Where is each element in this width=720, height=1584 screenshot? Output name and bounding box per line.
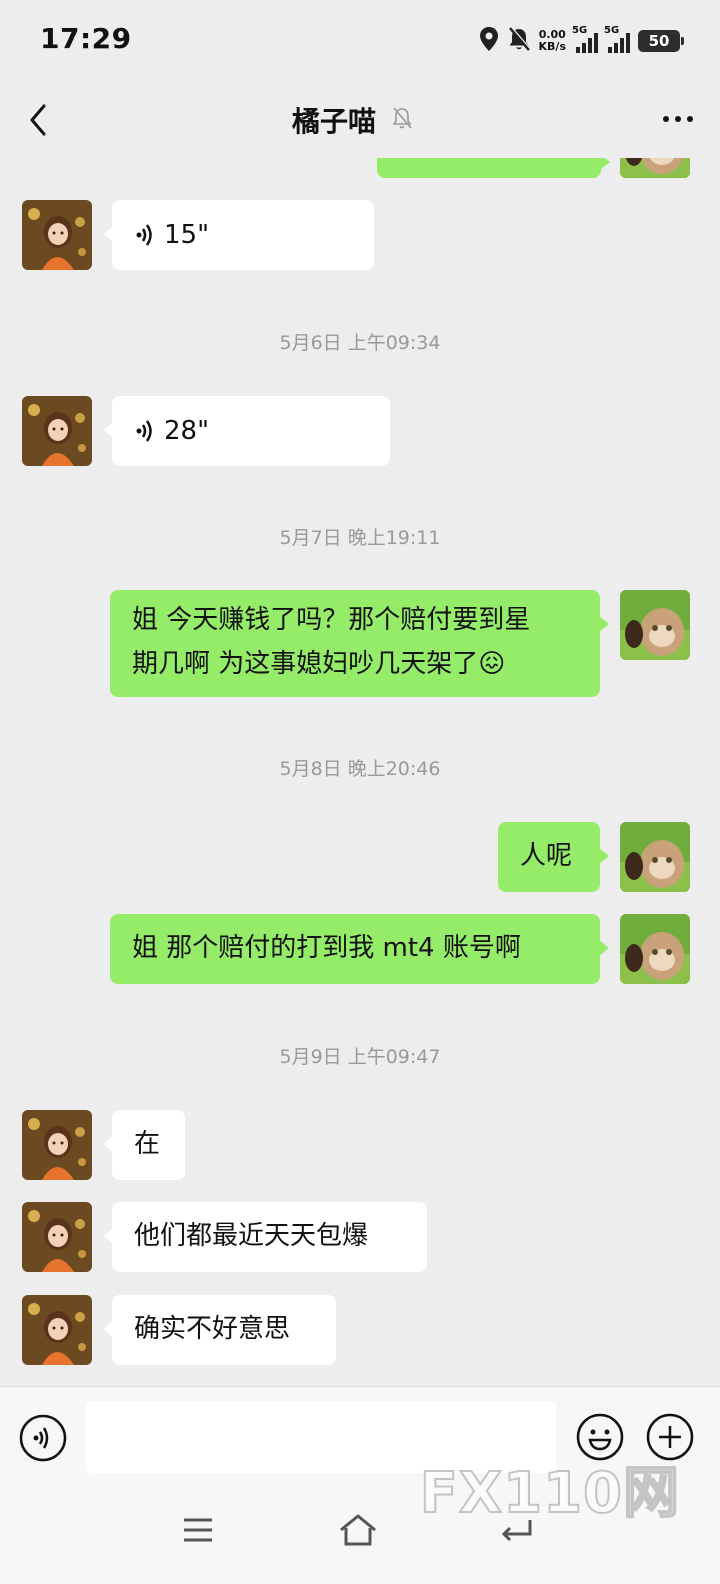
my-avatar[interactable]	[620, 590, 690, 660]
message-text: 他们都最近天天包爆	[134, 1221, 369, 1251]
text-message[interactable]: 他们都最近天天包爆	[103, 1202, 427, 1272]
timestamp: 5月9日 上午09:47	[279, 1046, 441, 1068]
status-time: 17:29	[40, 22, 132, 55]
timestamp: 5月8日 晚上20:46	[279, 758, 441, 780]
message-line: 期几啊 为这事媳妇吵几天架了😖	[132, 649, 506, 679]
message-bubble-partial[interactable]	[377, 158, 610, 178]
location-icon	[479, 26, 499, 56]
voice-message[interactable]: 28"	[103, 396, 390, 466]
bell-off-icon	[390, 105, 414, 135]
home-icon	[340, 1514, 376, 1546]
chat-area[interactable]: 15" 5月6日 上午09:34 28" 5月7日 晚上19:11 姐 今天赚钱…	[0, 158, 720, 1386]
more-dots-icon	[663, 116, 693, 122]
signal-1-label: 5G	[572, 25, 588, 36]
contact-avatar[interactable]	[22, 1110, 92, 1180]
network-speed: 0.00 KB/s	[539, 29, 566, 53]
text-message[interactable]: 在	[103, 1110, 185, 1180]
voice-duration: 15"	[164, 220, 210, 250]
contact-avatar[interactable]	[22, 1295, 92, 1365]
timestamp: 5月6日 上午09:34	[279, 332, 441, 354]
recent-apps-button[interactable]	[176, 1508, 220, 1552]
network-speed-unit: KB/s	[538, 40, 566, 53]
signal-1: 5G	[572, 25, 598, 53]
text-message[interactable]: 姐 今天赚钱了吗？那个赔付要到星 期几啊 为这事媳妇吵几天架了😖	[110, 590, 609, 697]
my-avatar[interactable]	[620, 914, 690, 984]
message-text: 姐 那个赔付的打到我 mt4 账号啊	[132, 933, 521, 963]
signal-2-label: 5G	[604, 25, 620, 36]
message-text: 在	[134, 1129, 161, 1159]
back-arrow-icon	[30, 104, 46, 136]
chat-title-group: 橘子喵	[292, 100, 414, 140]
my-avatar[interactable]	[620, 158, 690, 178]
status-icons: 0.00 KB/s 5G 5G 50	[479, 25, 684, 56]
my-avatar[interactable]	[620, 822, 690, 892]
timestamp: 5月7日 晚上19:11	[279, 527, 441, 549]
battery-indicator: 50	[638, 30, 684, 52]
voice-wave-icon	[136, 224, 152, 246]
message-text: 人呢	[520, 841, 573, 871]
voice-mode-icon	[19, 1414, 67, 1462]
text-message[interactable]: 确实不好意思	[103, 1295, 336, 1365]
voice-wave-icon	[136, 420, 152, 442]
voice-duration: 28"	[164, 416, 210, 446]
signal-2: 5G	[604, 25, 630, 53]
text-message[interactable]: 人呢	[498, 822, 609, 892]
back-button[interactable]	[22, 100, 58, 140]
home-button[interactable]	[336, 1508, 380, 1552]
text-message[interactable]: 姐 那个赔付的打到我 mt4 账号啊	[110, 914, 609, 984]
voice-mode-button[interactable]	[18, 1413, 68, 1463]
voice-message[interactable]: 15"	[103, 200, 374, 270]
more-button[interactable]	[658, 104, 698, 134]
contact-avatar[interactable]	[22, 396, 92, 466]
chat-header: 橘子喵	[0, 80, 720, 158]
menu-icon	[184, 1518, 212, 1542]
notification-off-icon	[507, 26, 531, 56]
contact-avatar[interactable]	[22, 1202, 92, 1272]
message-text: 确实不好意思	[134, 1314, 291, 1344]
chat-title: 橘子喵	[292, 105, 377, 138]
contact-avatar[interactable]	[22, 200, 92, 270]
watermark: FX110网	[419, 1460, 680, 1527]
status-bar: 17:29 0.00 KB/s 5G 5G 50	[0, 0, 720, 80]
message-line: 姐 今天赚钱了吗？那个赔付要到星	[132, 605, 531, 635]
